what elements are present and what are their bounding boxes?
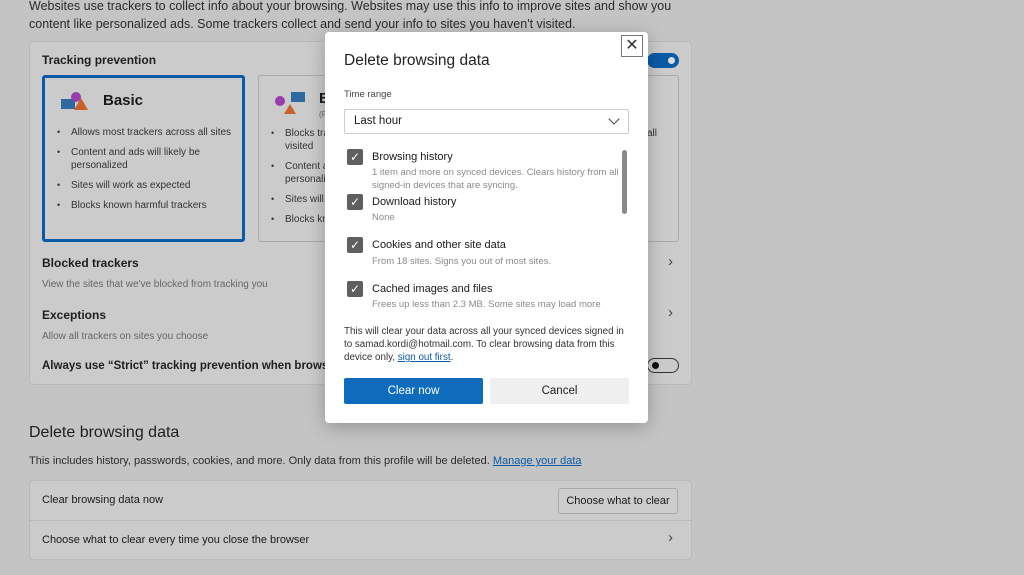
tracking-prevention-toggle[interactable] bbox=[647, 53, 679, 68]
strict-inprivate-toggle[interactable] bbox=[647, 358, 679, 373]
dialog-title: Delete browsing data bbox=[344, 52, 490, 69]
clear-now-button[interactable]: Clear now bbox=[344, 378, 483, 404]
download-history-label: Download history bbox=[372, 196, 457, 208]
cookies-desc: From 18 sites. Signs you out of most sit… bbox=[372, 256, 551, 267]
download-history-checkbox[interactable]: ✓ bbox=[347, 194, 363, 210]
tracking-intro-text: Websites use trackers to collect info ab… bbox=[29, 0, 672, 31]
delete-section-title: Delete browsing data bbox=[29, 424, 180, 441]
close-icon[interactable]: ✕ bbox=[621, 35, 643, 57]
chevron-right-icon[interactable]: › bbox=[668, 253, 673, 270]
manage-data-link[interactable]: Manage your data bbox=[493, 455, 582, 467]
option-basic[interactable]: Basic Allows most trackers across all si… bbox=[42, 75, 245, 242]
download-history-desc: None bbox=[372, 212, 395, 223]
sign-out-link[interactable]: sign out first bbox=[398, 352, 451, 363]
cache-checkbox[interactable]: ✓ bbox=[347, 281, 363, 297]
browsing-history-desc: 1 item and more on synced devices. Clear… bbox=[372, 167, 619, 191]
time-range-select[interactable]: Last hour bbox=[344, 109, 629, 134]
tracking-prevention-title: Tracking prevention bbox=[42, 53, 157, 67]
delete-section-desc: This includes history, passwords, cookie… bbox=[29, 455, 582, 467]
chevron-down-icon bbox=[608, 113, 620, 125]
blocked-trackers-title[interactable]: Blocked trackers bbox=[42, 256, 139, 270]
time-range-value: Last hour bbox=[354, 115, 402, 127]
chevron-right-icon[interactable]: › bbox=[668, 304, 673, 321]
exceptions-desc: Allow all trackers on sites you choose bbox=[42, 331, 209, 342]
cache-desc: Frees up less than 2.3 MB. Some sites ma… bbox=[372, 299, 601, 310]
delete-data-card: Clear browsing data now Choose what to c… bbox=[29, 480, 692, 560]
cancel-button[interactable]: Cancel bbox=[490, 378, 629, 404]
delete-browsing-data-dialog: ✕ Delete browsing data Time range Last h… bbox=[325, 32, 648, 423]
choose-what-to-clear-button[interactable]: Choose what to clear bbox=[558, 488, 678, 514]
cookies-checkbox[interactable]: ✓ bbox=[347, 237, 363, 253]
balanced-shapes-icon bbox=[275, 92, 307, 114]
basic-bullet: Blocks known harmful trackers bbox=[57, 199, 242, 212]
strict-inprivate-label: Always use “Strict” tracking prevention … bbox=[42, 360, 346, 372]
basic-bullet: Allows most trackers across all sites bbox=[57, 126, 242, 139]
strict-bullet-fragment: all bbox=[647, 128, 658, 139]
chevron-right-icon[interactable]: › bbox=[668, 529, 673, 546]
cookies-label: Cookies and other site data bbox=[372, 239, 506, 251]
basic-shapes-icon bbox=[61, 92, 88, 112]
cache-label: Cached images and files bbox=[372, 283, 493, 295]
clear-on-close-label[interactable]: Choose what to clear every time you clos… bbox=[42, 534, 309, 546]
basic-bullet: Sites will work as expected bbox=[57, 179, 242, 192]
basic-title: Basic bbox=[103, 92, 144, 109]
time-range-label: Time range bbox=[344, 89, 392, 100]
exceptions-title[interactable]: Exceptions bbox=[42, 308, 106, 322]
basic-bullet: Content and ads will likely be personali… bbox=[57, 146, 242, 172]
browsing-history-checkbox[interactable]: ✓ bbox=[347, 149, 363, 165]
sync-notice: This will clear your data across all you… bbox=[344, 326, 624, 363]
clear-now-label: Clear browsing data now bbox=[42, 494, 164, 506]
blocked-trackers-desc: View the sites that we've blocked from t… bbox=[42, 279, 268, 290]
browsing-history-label: Browsing history bbox=[372, 151, 453, 163]
